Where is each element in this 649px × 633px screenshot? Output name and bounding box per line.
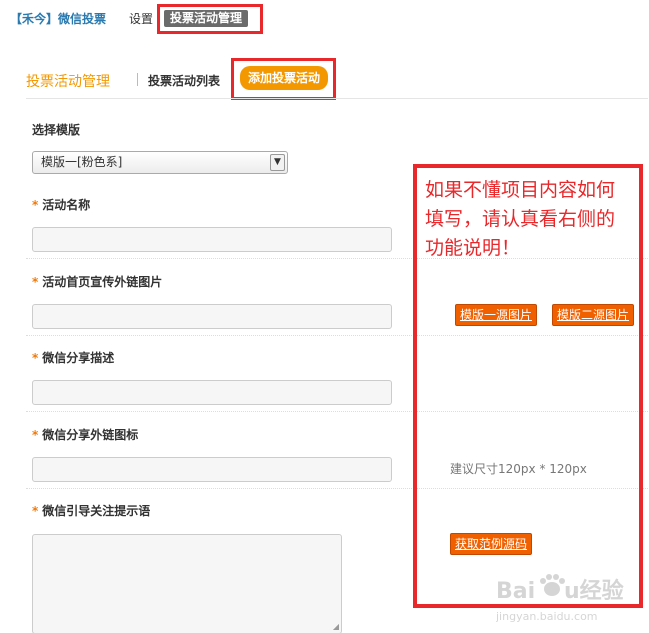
chevron-down-icon[interactable]: ▼ — [270, 154, 285, 171]
required-star: * — [32, 198, 39, 212]
required-star: * — [32, 504, 39, 518]
share-desc-input[interactable] — [32, 380, 392, 405]
template2-image-button[interactable]: 模版二源图片 — [552, 304, 635, 326]
svg-text:jingyan.baidu.com: jingyan.baidu.com — [496, 610, 598, 623]
help-note: 如果不懂项目内容如何填写，请认真看右侧的功能说明！ — [425, 179, 616, 259]
paw-icon — [540, 574, 565, 596]
cover-image-label: * 活动首页宣传外链图片 — [32, 275, 163, 289]
required-star: * — [32, 428, 39, 442]
template-label: 选择模版 — [32, 123, 81, 137]
app-brand-link[interactable]: 【禾今】微信投票 — [10, 10, 106, 27]
required-star: * — [32, 351, 39, 365]
follow-tip-label: * 微信引导关注提示语 — [32, 504, 151, 518]
size-hint: 建议尺寸120px * 120px — [450, 462, 587, 476]
svg-text:Bai: Bai — [496, 579, 535, 604]
nav-settings[interactable]: 设置 — [129, 10, 153, 27]
highlight-box-nav — [157, 4, 263, 34]
share-icon-label: * 微信分享外链图标 — [32, 428, 139, 442]
get-sample-code-button[interactable]: 获取范例源码 — [450, 533, 533, 555]
svg-text:u经验: u经验 — [564, 578, 624, 604]
activity-name-label: * 活动名称 — [32, 198, 91, 212]
section-title: 投票活动管理 — [26, 74, 110, 90]
template-select-value: 模版一[粉色系] — [41, 155, 123, 169]
tab-vote-list[interactable]: 投票活动列表 — [148, 72, 220, 89]
activity-name-input[interactable] — [32, 227, 392, 252]
share-icon-input[interactable] — [32, 457, 392, 482]
follow-tip-textarea[interactable]: ◢ — [32, 534, 342, 633]
highlight-box-add — [231, 58, 336, 100]
share-desc-label: * 微信分享描述 — [32, 351, 115, 365]
divider — [26, 98, 648, 99]
cover-image-input[interactable] — [32, 304, 392, 329]
baidu-watermark: Bai u经验 jingyan.baidu.com — [495, 572, 636, 628]
top-nav: 【禾今】微信投票 设置 投票活动管理 — [0, 0, 649, 36]
template1-image-button[interactable]: 模版一源图片 — [455, 304, 538, 326]
resize-handle-icon[interactable]: ◢ — [333, 622, 339, 631]
required-star: * — [32, 275, 39, 289]
divider — [137, 73, 138, 86]
template-select[interactable]: 模版一[粉色系] ▼ — [32, 151, 288, 174]
